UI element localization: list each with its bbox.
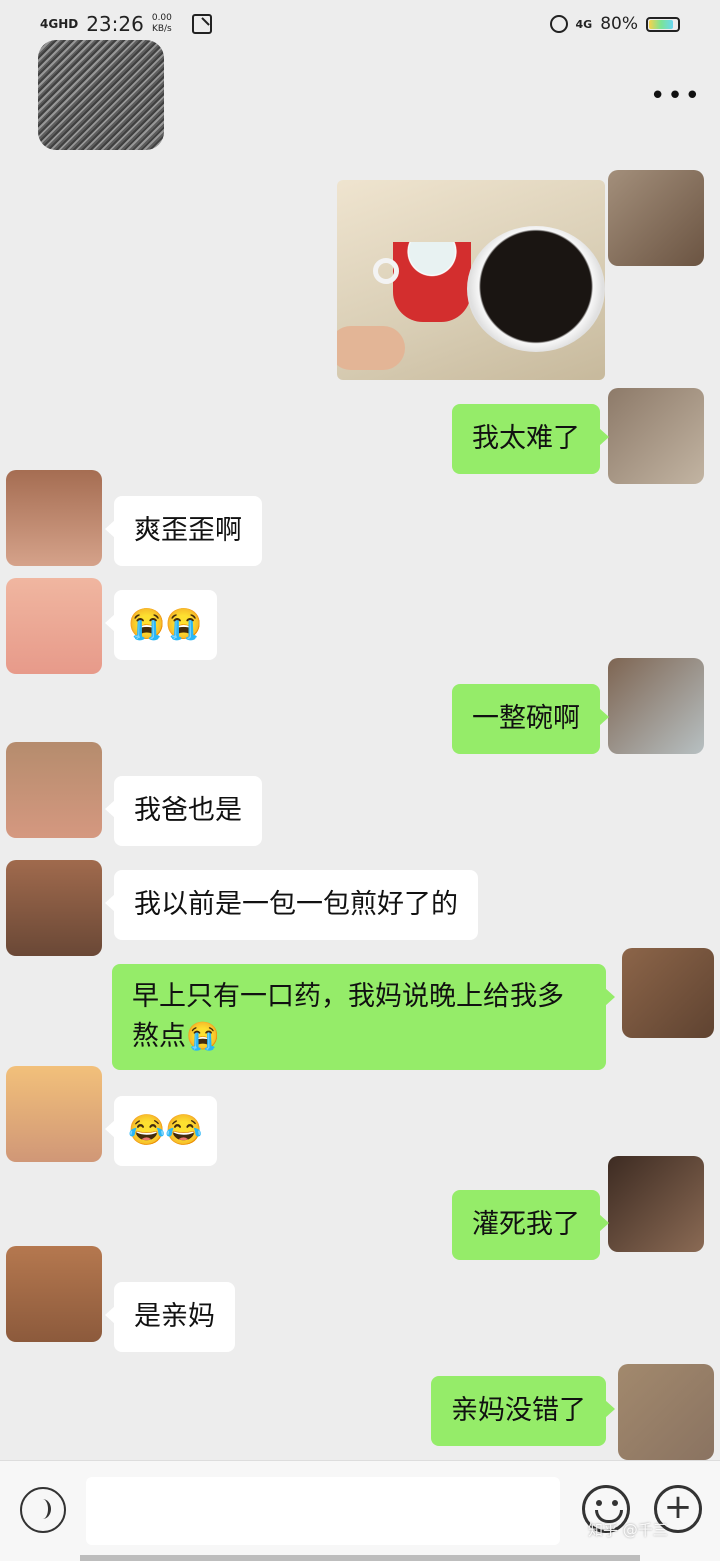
battery-icon [646, 16, 680, 32]
message-bubble-out[interactable]: 一整碗啊 [452, 684, 609, 754]
message-bubble-out[interactable]: 灌死我了 [452, 1190, 609, 1260]
message-bubble-in[interactable]: 我爸也是 [105, 776, 262, 846]
message-bubble-out[interactable]: 我太难了 [452, 404, 609, 474]
message-bubble-in[interactable]: 我以前是一包一包煎好了的 [105, 870, 478, 940]
status-left: 4GHD 23:26 0.00 KB/s [40, 12, 212, 36]
network-indicator: 4GHD [40, 17, 79, 31]
battery-percent: 80% [600, 14, 638, 34]
status-right: 4G 80% [549, 14, 680, 34]
message-bubble-in[interactable]: 是亲妈 [105, 1282, 235, 1352]
speed-unit: KB/s [151, 24, 172, 34]
my-avatar[interactable] [608, 170, 704, 266]
message-bubble-in[interactable]: 😭😭 [105, 590, 217, 660]
contact-avatar[interactable] [6, 1066, 102, 1162]
screenshot-icon [191, 14, 212, 34]
image-bowl [467, 226, 605, 352]
gesture-bar [80, 1555, 640, 1561]
image-cup-handle [373, 258, 399, 284]
image-hand [337, 326, 405, 370]
message-bubble-in[interactable]: 爽歪歪啊 [105, 496, 262, 566]
voice-icon[interactable] [20, 1487, 66, 1533]
contact-avatar[interactable] [6, 470, 102, 566]
my-avatar[interactable] [618, 1364, 714, 1460]
network-speed: 0.00 KB/s [152, 13, 172, 35]
my-avatar[interactable] [622, 948, 714, 1038]
mobile-data-indicator: 4G [575, 17, 593, 31]
more-icon[interactable]: ••• [650, 83, 700, 114]
message-input[interactable] [86, 1477, 560, 1545]
speed-value: 0.00 [151, 13, 172, 23]
image-cup [393, 242, 471, 322]
message-bubble-out[interactable]: 亲妈没错了 [431, 1376, 615, 1446]
clock: 23:26 [86, 12, 144, 36]
contact-avatar[interactable] [6, 1246, 102, 1342]
sent-image[interactable] [337, 180, 605, 380]
my-avatar[interactable] [608, 658, 704, 754]
contact-avatar[interactable] [6, 578, 102, 674]
my-avatar[interactable] [608, 388, 704, 484]
contact-avatar[interactable] [38, 40, 164, 150]
message-bubble-in[interactable]: 😂😂 [105, 1096, 217, 1166]
message-bubble-out[interactable]: 早上只有一口药，我妈说晚上给我多熬点😭 [112, 964, 615, 1070]
my-avatar[interactable] [608, 1156, 704, 1252]
contact-avatar[interactable] [6, 860, 102, 956]
alarm-icon [549, 15, 568, 33]
contact-avatar[interactable] [6, 742, 102, 838]
chat-input-bar: + 知乎 @千三 [0, 1460, 720, 1561]
watermark: 知乎 @千三 [588, 1521, 668, 1539]
